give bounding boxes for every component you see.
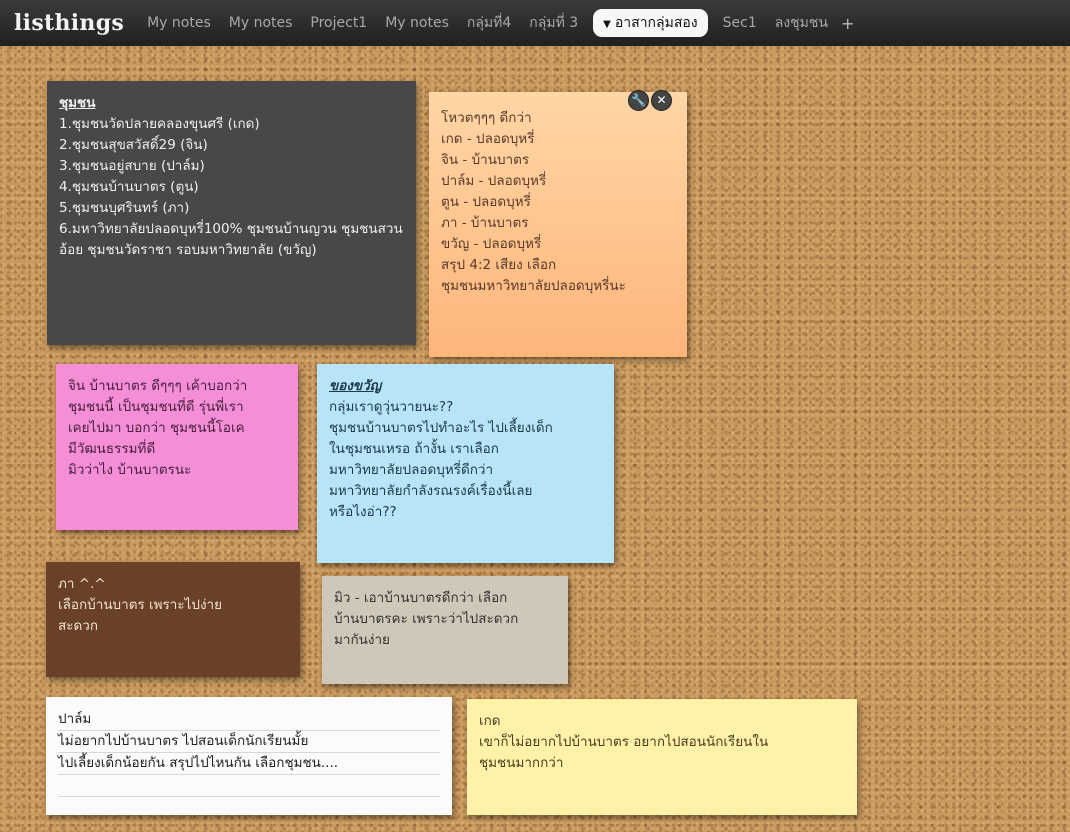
note-line: ไม่อยากไปบ้านบาตร ไปสอนเด็กนักเรียนมั้ย [58,731,440,753]
tab-group-4[interactable]: กลุ่มที่4 [458,12,520,34]
tab-active-group-2[interactable]: ▼ อาสากลุ่มสอง [593,9,708,37]
wrench-icon[interactable]: 🔧 [628,90,649,111]
note-vote-result[interactable]: โหวตๆๆๆ ดีกว่า เกด - ปลอดบุหรี่ จิน - บ้… [429,92,687,357]
note-pha[interactable]: ภา ^.^ เลือกบ้านบาตร เพราะไปง่าย สะดวก [46,562,300,677]
note-toolbar: 🔧 ✕ [628,90,672,111]
note-body: โหวตๆๆๆ ดีกว่า เกด - ปลอดบุหรี่ จิน - บ้… [441,110,626,294]
note-title: ชุมชน [59,95,96,111]
note-body: มิว - เอาบ้านบาตรดีกว่า เลือก บ้านบาตรคะ… [334,590,519,648]
note-body: 1.ชุมชนวัดปลายคลองขุนศรี (เกด) 2.ชุมชนสุ… [59,116,403,258]
note-body: ภา ^.^ เลือกบ้านบาตร เพราะไปง่าย สะดวก [58,576,223,634]
tab-my-notes-3[interactable]: My notes [376,15,458,31]
top-nav-bar: listhings My notes My notes Project1 My … [0,0,1070,48]
note-line: ไปเลี้ยงเด็กน้อยกัน สรุปไปไหนกัน เลือกชุ… [58,753,440,775]
add-tab-button[interactable]: + [841,14,854,33]
note-community-list[interactable]: ชุมชน 1.ชุมชนวัดปลายคลองขุนศรี (เกด) 2.ชุ… [47,81,416,345]
app-logo[interactable]: listhings [14,10,124,36]
tab-sec1[interactable]: Sec1 [714,15,766,31]
note-body: จิน บ้านบาตร ดีๆๆๆ เค้าบอกว่า ชุมชนนี้ เ… [68,378,248,478]
note-khwan[interactable]: ของขวัญกลุ่มเราดูวุ่นวายนะ?? ชุมชนบ้านบา… [317,364,614,563]
note-title: ของขวัญ [329,378,382,394]
tab-field-community[interactable]: ลงชุมชน [766,12,837,34]
note-ked[interactable]: เกด เขาก็ไม่อยากไปบ้านบาตร อยากไปสอนนักเ… [467,699,857,815]
tab-my-notes-1[interactable]: My notes [138,15,220,31]
note-line: ปาล์ม [58,709,440,731]
close-icon[interactable]: ✕ [651,90,672,111]
tab-project1[interactable]: Project1 [301,15,376,31]
caret-down-icon[interactable]: ▼ [603,19,611,30]
note-palm[interactable]: ปาล์ม ไม่อยากไปบ้านบาตร ไปสอนเด็กนักเรีย… [46,697,452,815]
note-body: เกด เขาก็ไม่อยากไปบ้านบาตร อยากไปสอนนักเ… [479,713,769,771]
note-mew[interactable]: มิว - เอาบ้านบาตรดีกว่า เลือก บ้านบาตรคะ… [322,576,568,684]
note-jin[interactable]: จิน บ้านบาตร ดีๆๆๆ เค้าบอกว่า ชุมชนนี้ เ… [56,364,298,530]
note-line [58,775,440,797]
tab-active-label: อาสากลุ่มสอง [614,15,698,31]
tab-group-3[interactable]: กลุ่มที่ 3 [520,12,587,34]
tab-my-notes-2[interactable]: My notes [220,15,302,31]
note-body: กลุ่มเราดูวุ่นวายนะ?? ชุมชนบ้านบาตรไปทำอ… [329,399,553,520]
